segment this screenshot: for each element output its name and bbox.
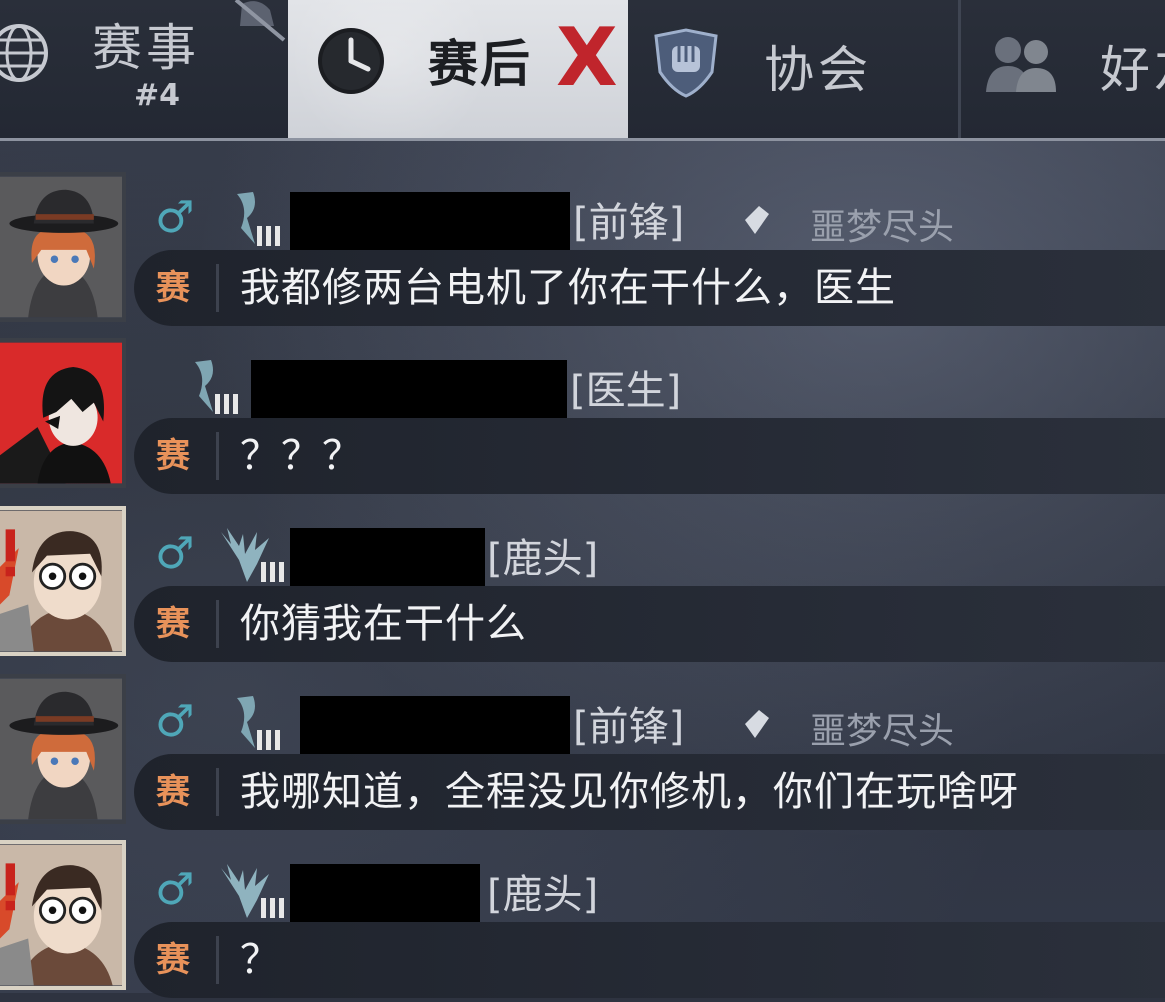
tab-after-label: 赛后 bbox=[428, 35, 532, 93]
message-header: ♂ [鹿头] bbox=[155, 524, 1155, 586]
message-bubble: 赛 ？ bbox=[134, 922, 1165, 998]
message-header: ♂ [前锋] 噩梦尽头 bbox=[155, 692, 1155, 754]
shield-fist-icon bbox=[654, 28, 718, 98]
tab-friends[interactable]: 好友 bbox=[962, 0, 1165, 138]
tab-events-number: #4 bbox=[134, 78, 181, 113]
chat-message: ♂ [前锋] 噩梦尽头 赛 我哪知道，全程没见你修机，你们在玩啥呀 bbox=[0, 666, 1165, 834]
chat-message: ♂ [鹿头] 赛 你猜我在干什么 bbox=[0, 498, 1165, 666]
redacted-username bbox=[290, 192, 570, 250]
male-icon: ♂ bbox=[155, 864, 195, 915]
deer-antler-rank-icon bbox=[221, 864, 284, 918]
male-icon: ♂ bbox=[155, 696, 195, 747]
tier-label: 噩梦尽头 bbox=[810, 207, 955, 248]
tab-events-label: 赛事 bbox=[92, 19, 200, 77]
tier-label: 噩梦尽头 bbox=[810, 711, 955, 752]
role-label: [鹿头] bbox=[487, 536, 599, 582]
redacted-username bbox=[251, 360, 567, 418]
rank-badge-icon bbox=[195, 360, 238, 414]
message-header: ♂ [前锋] 噩梦尽头 bbox=[155, 188, 1155, 250]
role-label: [前锋] bbox=[573, 200, 685, 246]
avatar-startled-character[interactable] bbox=[0, 840, 126, 990]
chat-message: ♂ [前锋] 噩梦尽头 赛 我都修两台电机了你在干什么，医生 bbox=[0, 162, 1165, 330]
avatar-dark-hair-character[interactable] bbox=[0, 338, 126, 488]
tab-guild[interactable]: 协会 bbox=[632, 0, 958, 138]
tab-after-match[interactable]: 赛后 X bbox=[288, 0, 628, 138]
message-text[interactable]: 你猜我在干什么 bbox=[240, 594, 527, 654]
fedora-character-portrait bbox=[0, 678, 122, 820]
startled-character-portrait bbox=[0, 510, 122, 652]
tier-gem-icon bbox=[745, 710, 769, 738]
rank-badge-icon bbox=[237, 696, 280, 750]
message-text[interactable]: ？？？ bbox=[240, 426, 363, 486]
redacted-username bbox=[290, 864, 480, 922]
avatar-startled-character[interactable] bbox=[0, 506, 126, 656]
chat-message: ♂ [鹿头] 赛 ？ bbox=[0, 834, 1165, 1002]
channel-tag: 赛 bbox=[156, 264, 219, 312]
fedora-character-portrait bbox=[0, 176, 122, 318]
message-bubble: 赛 我都修两台电机了你在干什么，医生 bbox=[134, 250, 1165, 326]
tab-divider bbox=[958, 0, 961, 138]
rank-badge-icon bbox=[237, 192, 280, 246]
red-x-mark: X bbox=[556, 11, 618, 104]
message-bubble: 赛 我哪知道，全程没见你修机，你们在玩啥呀 bbox=[134, 754, 1165, 830]
message-header: [医生] bbox=[155, 356, 1155, 418]
channel-tag: 赛 bbox=[156, 768, 219, 816]
message-header: ♂ [鹿头] bbox=[155, 860, 1155, 922]
clock-icon bbox=[318, 28, 384, 94]
message-bubble: 赛 ？？？ bbox=[134, 418, 1165, 494]
dark-hair-character-portrait bbox=[0, 342, 122, 484]
channel-tag: 赛 bbox=[156, 600, 219, 648]
redacted-username bbox=[290, 528, 485, 586]
chat-message: [医生] 赛 ？？？ bbox=[0, 330, 1165, 498]
tab-bar: 赛事 #4 赛后 X 协会 好 bbox=[0, 0, 1165, 141]
message-text[interactable]: ？ bbox=[240, 930, 281, 990]
role-label: [医生] bbox=[570, 368, 682, 414]
male-icon: ♂ bbox=[155, 192, 195, 243]
friends-icon bbox=[986, 37, 1056, 92]
channel-tag: 赛 bbox=[156, 432, 219, 480]
tier-gem-icon bbox=[745, 206, 769, 234]
bell-muted-icon[interactable] bbox=[230, 0, 288, 42]
avatar-fedora-character[interactable] bbox=[0, 674, 126, 824]
chat-message-list[interactable]: ♂ [前锋] 噩梦尽头 赛 我都修两台电机了你在干什么，医生 [医生] 赛 ？？… bbox=[0, 140, 1165, 998]
redacted-username bbox=[300, 696, 570, 754]
startled-character-portrait bbox=[0, 844, 122, 986]
tab-events[interactable]: 赛事 #4 bbox=[0, 0, 288, 138]
globe-icon bbox=[0, 24, 48, 82]
deer-antler-rank-icon bbox=[221, 528, 284, 582]
male-icon: ♂ bbox=[155, 528, 195, 579]
role-label: [前锋] bbox=[573, 704, 685, 750]
message-bubble: 赛 你猜我在干什么 bbox=[134, 586, 1165, 662]
message-text[interactable]: 我都修两台电机了你在干什么，医生 bbox=[240, 258, 896, 318]
avatar-fedora-character[interactable] bbox=[0, 172, 126, 322]
channel-tag: 赛 bbox=[156, 936, 219, 984]
tab-friends-label: 好友 bbox=[1100, 41, 1165, 99]
message-text[interactable]: 我哪知道，全程没见你修机，你们在玩啥呀 bbox=[240, 762, 1019, 822]
role-label: [鹿头] bbox=[487, 872, 599, 918]
tab-guild-label: 协会 bbox=[764, 41, 872, 99]
